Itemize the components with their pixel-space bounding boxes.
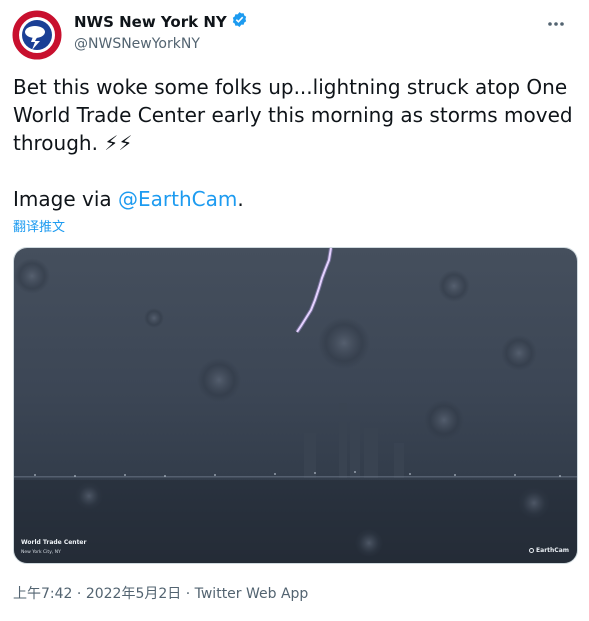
more-options-icon[interactable]	[545, 14, 567, 34]
user-handle[interactable]: @NWSNewYorkNY	[74, 33, 248, 55]
lightning-photo	[14, 248, 577, 563]
display-name[interactable]: NWS New York NY	[74, 12, 227, 32]
tweet-media-image[interactable]: World Trade Center New York City, NY Ear…	[13, 247, 578, 564]
tweet-text-line: Bet this woke some folks up...lightning …	[13, 75, 568, 99]
tweet-text-line: through. ⚡⚡	[13, 131, 133, 155]
photo-caption-title: World Trade Center	[21, 539, 87, 546]
avatar[interactable]	[12, 10, 62, 60]
nws-logo-icon	[12, 10, 62, 60]
tweet-text-line: World Trade Center early this morning as…	[13, 103, 573, 127]
photo-caption-subtitle: New York City, NY	[21, 550, 61, 555]
tweet-date[interactable]: 2022年5月2日	[86, 586, 181, 602]
verified-badge-icon	[231, 11, 248, 32]
mention-link[interactable]: @EarthCam	[118, 187, 237, 211]
earthcam-watermark: EarthCam	[529, 547, 569, 554]
meta-separator: ·	[76, 586, 82, 602]
tweet-time[interactable]: 上午7:42	[13, 586, 72, 602]
tweet-meta: 上午7:42 · 2022年5月2日 · Twitter Web App	[13, 583, 308, 603]
tweet-text-spacer	[13, 157, 579, 185]
image-credit-suffix: .	[237, 187, 244, 211]
earthcam-logo-icon	[529, 548, 535, 553]
tweet-text-line: Image via @EarthCam.	[13, 185, 579, 213]
user-info: NWS New York NY @NWSNewYorkNY	[74, 12, 248, 55]
translate-tweet-link[interactable]: 翻译推文	[13, 216, 65, 235]
earthcam-watermark-text: EarthCam	[536, 547, 569, 554]
tweet-text: Bet this woke some folks up...lightning …	[13, 73, 579, 213]
tweet-source[interactable]: Twitter Web App	[195, 586, 309, 602]
meta-separator: ·	[185, 586, 191, 602]
tweet-card: NWS New York NY @NWSNewYorkNY Bet this w…	[0, 0, 589, 621]
image-credit-prefix: Image via	[13, 187, 118, 211]
